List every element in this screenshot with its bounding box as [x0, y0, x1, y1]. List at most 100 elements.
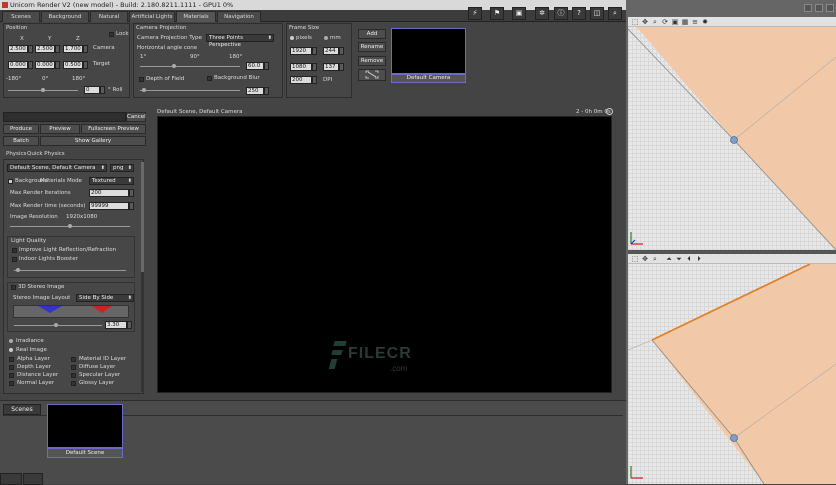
scene-nav-prev-button[interactable] [0, 473, 22, 485]
top-3d-viewport[interactable] [628, 17, 836, 250]
orbit-icon[interactable]: ⟳ [661, 18, 669, 26]
stereo-input[interactable]: 3.30 [105, 321, 127, 329]
frame-icon[interactable]: ⬚ [631, 255, 639, 263]
tab-natural-lights[interactable]: Natural Lights [90, 11, 128, 31]
indoor-booster-checkbox[interactable] [12, 257, 17, 262]
bookmark-icon[interactable]: ⚑ [490, 7, 504, 20]
camera-frame-button[interactable] [358, 69, 386, 81]
frame-icon[interactable]: ⬚ [631, 18, 639, 26]
info-icon[interactable]: ⓘ [554, 7, 568, 20]
material-id-layer-checkbox[interactable] [71, 357, 76, 362]
remove-camera-button[interactable]: Remove [358, 56, 386, 66]
move-icon[interactable]: ✥ [641, 18, 649, 26]
close-icon[interactable] [826, 4, 834, 12]
normal-layer-checkbox[interactable] [9, 381, 14, 386]
improve-light-checkbox[interactable] [12, 248, 17, 253]
height-px-spin[interactable] [312, 63, 317, 71]
lock-checkbox[interactable] [109, 32, 114, 37]
width-px-spin[interactable] [312, 47, 317, 55]
height-px-input[interactable]: 1080 [290, 63, 312, 71]
settings-scrollbar-thumb[interactable] [141, 162, 144, 272]
max-iterations-spin[interactable] [129, 189, 134, 197]
grid-icon[interactable]: ▦ [681, 18, 689, 26]
scenes-tab[interactable]: Scenes [3, 404, 41, 415]
arrow-right-icon[interactable]: ⏵ [695, 255, 703, 263]
camera-y-spin[interactable] [55, 45, 60, 53]
camera-z-spin[interactable] [83, 45, 88, 53]
glossy-layer-checkbox[interactable] [71, 381, 76, 386]
depth-of-field-checkbox[interactable] [139, 77, 144, 82]
stereo-slider-knob[interactable] [54, 323, 58, 327]
camera-x-spin[interactable] [28, 45, 33, 53]
produce-button[interactable]: Produce [3, 124, 39, 134]
maximize-icon[interactable] [815, 4, 823, 12]
refresh-icon[interactable] [606, 108, 613, 115]
filename-select[interactable]: Default Scene, Default Camera ⬍ [7, 164, 107, 172]
roll-spin[interactable] [100, 86, 105, 94]
tab-scenes[interactable]: Scenes [2, 11, 40, 22]
tab-artificial-lights[interactable]: Artificial Lights [129, 11, 175, 22]
camera-x-input[interactable]: 2.500 [8, 45, 28, 53]
tab-navigation[interactable]: Navigation [217, 11, 261, 22]
target-y-input[interactable]: 0.000 [35, 61, 55, 69]
mm-radio[interactable] [324, 36, 328, 40]
width-mm-spin[interactable] [339, 47, 344, 55]
stereo-slider-track[interactable] [14, 325, 102, 326]
sun-icon[interactable]: ✹ [701, 18, 709, 26]
diffuse-layer-checkbox[interactable] [71, 365, 76, 370]
angle-input[interactable]: 60.0 [246, 62, 264, 70]
zoom-icon[interactable]: ⌕ [651, 18, 659, 26]
real-image-radio[interactable] [9, 348, 13, 352]
bottom-3d-viewport[interactable] [628, 254, 836, 484]
viewport-splitter[interactable] [628, 250, 836, 254]
dpi-input[interactable]: 200 [290, 76, 312, 84]
target-x-input[interactable]: 0.000 [8, 61, 28, 69]
dpi-spin[interactable] [312, 76, 317, 84]
stereo-layout-select[interactable]: Side By Side ⬍ [76, 294, 134, 302]
max-time-input[interactable]: 99999 [89, 202, 129, 210]
help-icon[interactable]: ? [572, 7, 586, 20]
materials-mode-select[interactable]: Textured ⬍ [89, 177, 134, 185]
distance-layer-checkbox[interactable] [9, 373, 14, 378]
width-mm-input[interactable]: 244 [323, 47, 339, 55]
target-z-spin[interactable] [83, 61, 88, 69]
specular-layer-checkbox[interactable] [71, 373, 76, 378]
stereo-spin[interactable] [127, 321, 132, 329]
blur-slider-track[interactable] [140, 90, 240, 91]
height-mm-input[interactable]: 137 [323, 63, 339, 71]
projection-type-select[interactable]: Three Points Perspective ⬍ [206, 34, 274, 48]
tab-quick-physics[interactable]: Quick Physics [27, 151, 65, 157]
max-time-spin[interactable] [129, 202, 134, 210]
batch-button[interactable]: Batch [3, 136, 39, 146]
preview-button[interactable]: Preview [40, 124, 80, 134]
move-icon[interactable]: ✥ [641, 255, 649, 263]
minimize-icon[interactable] [804, 4, 812, 12]
irradiance-radio[interactable] [9, 339, 13, 343]
view-cube-icon[interactable]: ▣ [671, 18, 679, 26]
show-gallery-button[interactable]: Show Gallery [40, 136, 146, 146]
arrow-up-icon[interactable]: ⏶ [665, 255, 673, 263]
depth-layer-checkbox[interactable] [9, 365, 14, 370]
vertex-handle[interactable] [730, 136, 738, 144]
angle-spin[interactable] [264, 62, 269, 70]
format-select[interactable]: png ⬍ [110, 164, 134, 172]
target-y-spin[interactable] [55, 61, 60, 69]
indoor-slider-track[interactable] [14, 270, 126, 271]
pixels-radio[interactable] [290, 36, 294, 40]
camera-thumbnail[interactable] [391, 28, 466, 74]
zoom-icon[interactable]: ⌕ [651, 255, 659, 263]
blur-slider-knob[interactable] [142, 88, 146, 92]
max-iterations-input[interactable]: 200 [89, 189, 129, 197]
fullscreen-preview-button[interactable]: Fullscreen Preview [81, 124, 146, 134]
roll-input[interactable]: 0 [84, 86, 100, 94]
blur-input[interactable]: 250 [246, 87, 264, 95]
stereo-checkbox[interactable] [11, 285, 16, 290]
resolution-slider-knob[interactable] [68, 224, 72, 228]
angle-slider-track[interactable] [140, 66, 240, 67]
indoor-slider-knob[interactable] [16, 268, 20, 272]
target-z-input[interactable]: 0.500 [63, 61, 83, 69]
background-checkbox[interactable] [8, 179, 13, 184]
scene-thumbnail[interactable] [47, 404, 123, 448]
tab-materials[interactable]: Materials [176, 11, 216, 22]
vertex-handle[interactable] [730, 434, 738, 442]
